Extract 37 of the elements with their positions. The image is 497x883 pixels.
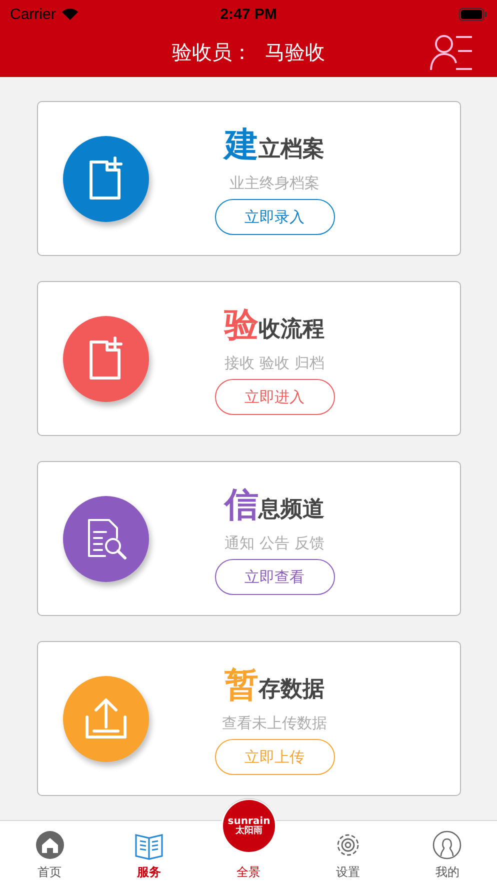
card-subtitle: 查看未上传数据 bbox=[222, 714, 327, 733]
feature-card[interactable]: 暂存数据 查看未上传数据 立即上传 bbox=[37, 641, 461, 796]
status-time: 2:47 PM bbox=[220, 6, 277, 22]
title-lead-char: 建 bbox=[224, 124, 258, 167]
title-lead-char: 信 bbox=[224, 484, 258, 527]
tab-item[interactable]: 设置 bbox=[298, 821, 398, 883]
file-plus-icon bbox=[87, 156, 125, 202]
brand-logo[interactable]: sunrain 太阳雨 bbox=[223, 800, 275, 852]
header-title: 验收员： 马验收 bbox=[172, 39, 325, 66]
upload-icon bbox=[83, 696, 129, 740]
card-subtitle: 通知 公告 反馈 bbox=[224, 534, 324, 553]
carrier-label: Carrier bbox=[10, 6, 56, 22]
home-icon bbox=[34, 830, 65, 860]
wifi-icon bbox=[60, 8, 79, 20]
card-title: 存数据 bbox=[258, 676, 324, 704]
feature-card[interactable]: 验收流程 接收 验收 归档 立即进入 bbox=[37, 281, 461, 436]
card-title: 息频道 bbox=[258, 497, 324, 524]
action-button[interactable]: 立即录入 bbox=[214, 199, 334, 235]
logo-text: 太阳雨 bbox=[236, 826, 262, 836]
tab-item[interactable]: 我的 bbox=[398, 821, 497, 883]
tab-item[interactable]: 全景 bbox=[198, 854, 298, 883]
card-subtitle: 业主终身档案 bbox=[230, 174, 320, 193]
feature-card[interactable]: 建立档案 业主终身档案 立即录入 bbox=[37, 101, 461, 256]
person-icon bbox=[432, 830, 462, 860]
file-plus-icon bbox=[87, 336, 125, 382]
feature-card[interactable]: 信息频道 通知 公告 反馈 立即查看 bbox=[37, 461, 461, 616]
user-list-button[interactable] bbox=[429, 32, 475, 72]
battery-icon bbox=[458, 8, 487, 20]
card-title: 收流程 bbox=[258, 316, 324, 344]
tab-item[interactable]: 首页 bbox=[0, 821, 100, 883]
logo-text: sunrain bbox=[228, 816, 270, 826]
card-title: 立档案 bbox=[258, 136, 324, 164]
title-lead-char: 验 bbox=[224, 304, 258, 347]
tab-item[interactable]: 服务 bbox=[99, 821, 199, 883]
title-lead-char: 暂 bbox=[224, 664, 258, 707]
card-subtitle: 接收 验收 归档 bbox=[224, 354, 324, 373]
action-button[interactable]: 立即查看 bbox=[214, 559, 334, 595]
